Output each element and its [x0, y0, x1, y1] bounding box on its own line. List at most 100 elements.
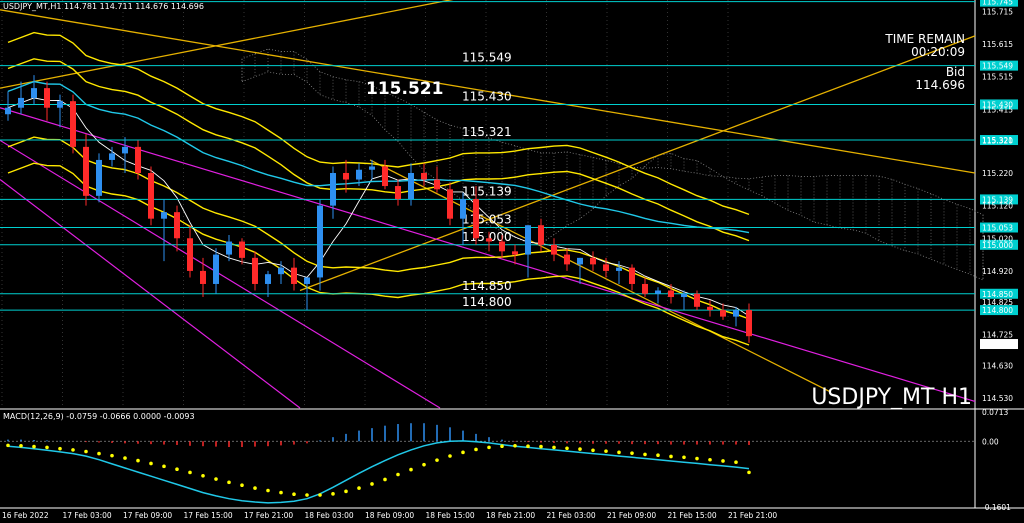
price-tag-label: 115.053 [982, 224, 1013, 233]
x-tick-label: 21 Feb 15:00 [668, 511, 717, 520]
candle-body [460, 199, 466, 219]
candle-body [304, 277, 310, 284]
signal-dot [214, 477, 218, 481]
y-tick-label: 115.020 [982, 234, 1013, 243]
candle-body [668, 290, 674, 298]
candle-body [603, 264, 609, 271]
signal-dot [708, 457, 712, 462]
signal-dot [474, 447, 478, 452]
candle-body [447, 189, 453, 219]
signal-dot [266, 488, 270, 493]
signal-dot [6, 443, 10, 448]
candle-body [278, 267, 284, 275]
candle-body [239, 241, 245, 258]
x-tick-label: 21 Feb 21:00 [728, 511, 777, 520]
signal-dot [461, 450, 465, 455]
y-tick-label: 114.530 [982, 394, 1013, 403]
symbol-info-line: USDJPY_MT,H1 114.781 114.711 114.676 114… [3, 2, 204, 11]
candle-body [148, 172, 154, 219]
candle-body [538, 225, 544, 245]
candle-body [70, 101, 76, 147]
signal-dot [409, 467, 413, 472]
candle-body [395, 186, 401, 200]
candle-body [252, 257, 258, 284]
candle-body [499, 241, 505, 252]
candle-body [356, 169, 362, 180]
candle-body [135, 146, 141, 173]
signal-dot [240, 483, 244, 488]
candle-body [291, 267, 297, 284]
candle-body [642, 283, 648, 294]
price-tag-label: 114.696 [982, 340, 1013, 349]
candle-body [733, 310, 739, 317]
signal-dot [747, 470, 751, 475]
candle-body [512, 251, 518, 255]
signal-dot [669, 454, 673, 459]
candle-body [31, 88, 37, 98]
signal-dot [201, 473, 205, 478]
y-tick-label: 114.630 [982, 362, 1013, 371]
signal-dot [643, 452, 647, 457]
candle-body [681, 293, 687, 298]
signal-dot [383, 477, 387, 482]
macd-y-tick-label: 0.0713 [982, 408, 1008, 417]
signal-dot [305, 493, 309, 497]
candle-body [44, 88, 50, 108]
bid-value: 114.696 [915, 78, 965, 92]
signal-dot [253, 486, 257, 490]
x-tick-label: 18 Feb 03:00 [305, 511, 354, 520]
candle-body [122, 146, 128, 154]
candle-body [577, 257, 583, 265]
signal-dot [227, 480, 231, 485]
y-tick-label: 115.715 [982, 7, 1013, 16]
signal-dot [84, 449, 88, 454]
time-remain-label: TIME REMAIN [884, 32, 965, 46]
signal-dot [97, 451, 101, 456]
candle-body [213, 254, 219, 284]
level-caption: 115.549 [462, 51, 512, 65]
signal-dot [162, 464, 166, 469]
y-tick-label: 114.920 [982, 267, 1013, 276]
signal-dot [422, 462, 426, 467]
level-caption: 115.053 [462, 213, 512, 227]
x-tick-label: 18 Feb 09:00 [365, 511, 414, 520]
signal-dot [682, 455, 686, 460]
candle-body [265, 274, 271, 284]
candle-body [408, 172, 414, 200]
candle-body [5, 107, 11, 115]
candle-body [746, 310, 752, 337]
y-tick-label: 115.515 [982, 73, 1013, 82]
signal-dot [19, 443, 23, 448]
candle-body [564, 254, 570, 265]
signal-dot [617, 450, 621, 455]
candle-body [57, 101, 63, 108]
price-tag-label: 114.800 [982, 306, 1013, 315]
candle-body [720, 310, 726, 317]
y-tick-label: 115.615 [982, 40, 1013, 49]
y-tick-label: 114.825 [982, 298, 1013, 307]
candle-body [551, 244, 557, 255]
candle-body [109, 153, 115, 160]
candle-body [161, 212, 167, 219]
signal-dot [552, 445, 556, 450]
signal-dot [110, 453, 114, 458]
level-caption: 115.139 [462, 184, 512, 198]
signal-dot [630, 451, 634, 455]
signal-dot [45, 445, 49, 450]
candle-body [226, 241, 232, 255]
signal-dot [331, 492, 335, 496]
signal-dot [721, 459, 725, 463]
x-tick-label: 17 Feb 09:00 [123, 511, 172, 520]
signal-dot [136, 458, 140, 463]
time-remain-value: 00:20:09 [911, 45, 965, 59]
signal-dot [435, 458, 439, 462]
signal-dot [149, 461, 153, 466]
x-tick-label: 17 Feb 15:00 [184, 511, 233, 520]
x-tick-label: 17 Feb 03:00 [63, 511, 112, 520]
candle-body [83, 146, 89, 196]
candle-body [421, 172, 427, 180]
candle-body [707, 306, 713, 311]
candle-body [525, 225, 531, 255]
signal-dot [123, 456, 127, 460]
signal-dot [565, 446, 569, 451]
